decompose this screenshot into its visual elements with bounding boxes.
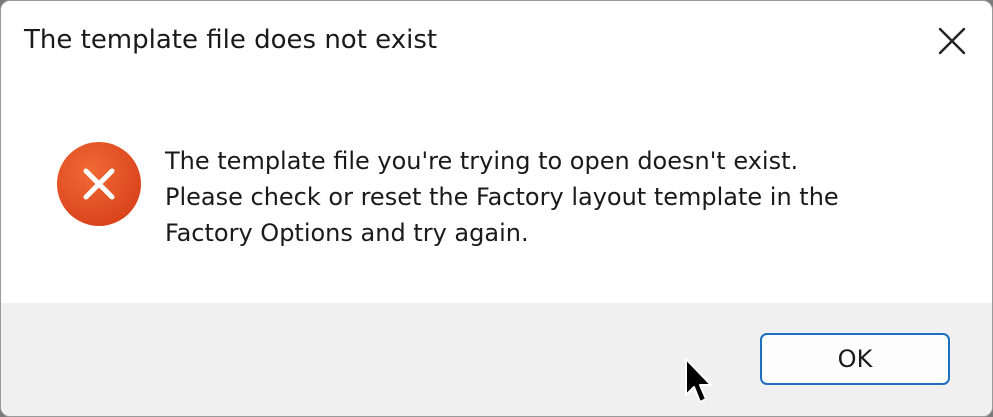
button-bar: OK (1, 303, 992, 416)
message-line: The template file you're trying to open … (165, 147, 799, 175)
error-icon (57, 142, 141, 226)
dialog-content: The template file you're trying to open … (1, 83, 992, 303)
title-bar[interactable]: The template file does not exist (1, 1, 992, 83)
mouse-pointer-icon (685, 358, 712, 403)
close-icon (938, 27, 966, 55)
dialog-title: The template file does not exist (24, 25, 438, 55)
message-line: Factory Options and try again. (165, 219, 529, 247)
message-line: Please check or reset the Factory layout… (165, 183, 839, 211)
ok-button[interactable]: OK (760, 333, 950, 385)
error-dialog: The template file does not exist The tem… (0, 0, 993, 417)
close-button[interactable] (924, 13, 980, 69)
error-message: The template file you're trying to open … (165, 143, 965, 251)
